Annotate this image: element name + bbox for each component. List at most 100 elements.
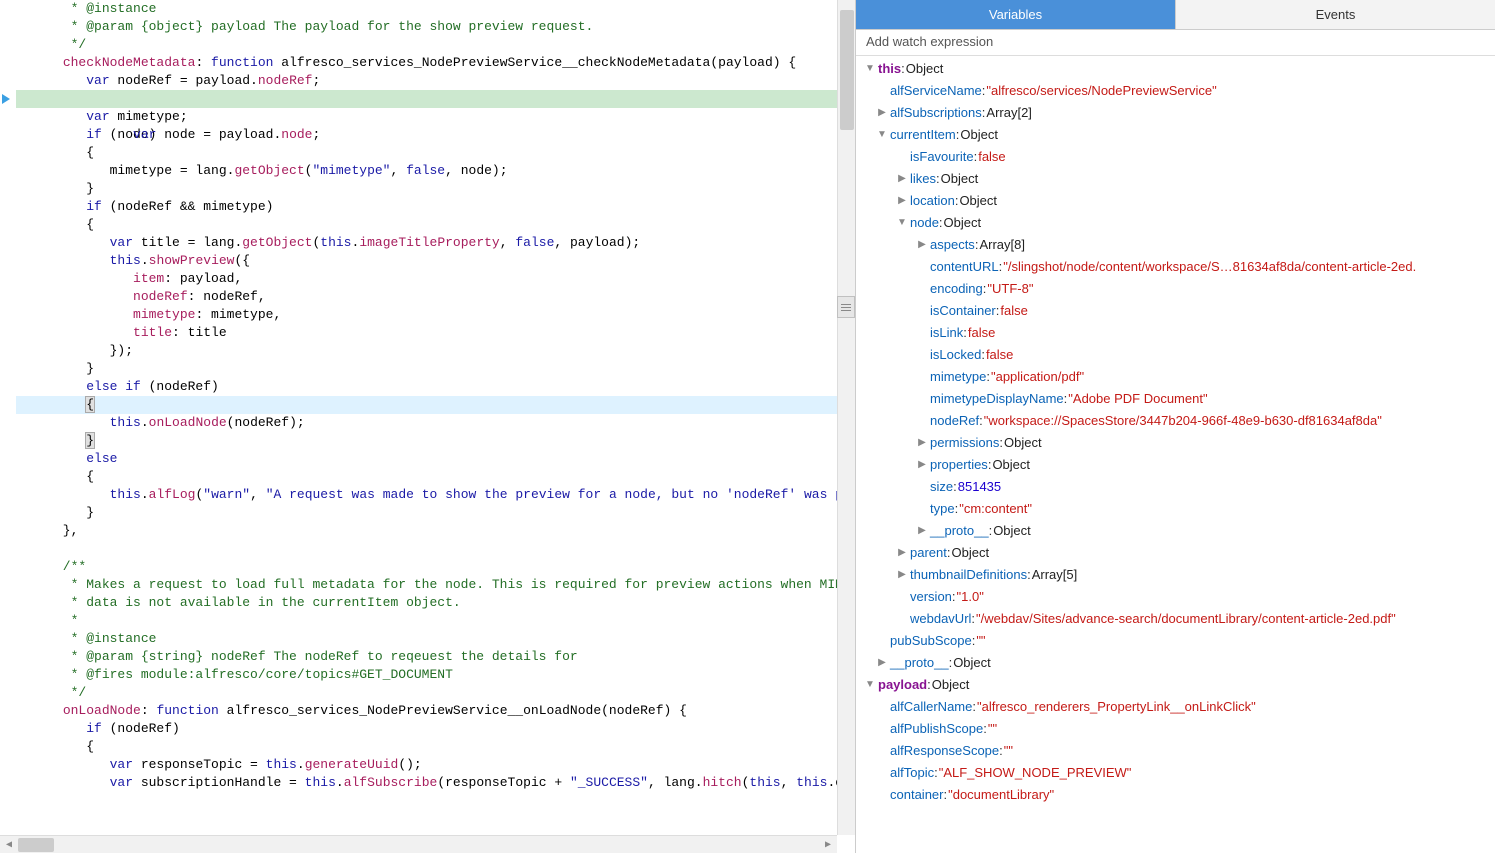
chevron-right-icon[interactable]: ▶ <box>876 657 888 669</box>
code-text: . <box>297 757 305 772</box>
code-text: nodeRef <box>133 289 188 304</box>
tab-variables[interactable]: Variables <box>856 0 1175 29</box>
tree-row[interactable]: ▶likes: Object <box>856 168 1495 190</box>
tree-row[interactable]: ▶properties: Object <box>856 454 1495 476</box>
tree-row-payload[interactable]: ▼payload: Object <box>856 674 1495 696</box>
code-text: function <box>211 55 273 70</box>
code-text: (nodeRef) <box>102 721 180 736</box>
chevron-right-icon[interactable]: ▶ <box>896 173 908 185</box>
code-text <box>16 721 86 736</box>
tree-row[interactable]: mimetype: "application/pdf" <box>856 366 1495 388</box>
scrollbar-thumb[interactable] <box>840 10 854 130</box>
chevron-down-icon[interactable]: ▼ <box>864 679 876 691</box>
chevron-right-icon[interactable]: ▶ <box>896 547 908 559</box>
chevron-right-icon[interactable]: ▶ <box>876 107 888 119</box>
tree-row[interactable]: ▶alfSubscriptions: Array[2] <box>856 102 1495 124</box>
var-key: alfSubscriptions <box>890 102 982 124</box>
var-key: alfServiceName <box>890 80 982 102</box>
tree-row[interactable]: alfTopic: "ALF_SHOW_NODE_PREVIEW" <box>856 762 1495 784</box>
tree-row[interactable]: ▶permissions: Object <box>856 432 1495 454</box>
code-text: false <box>406 163 445 178</box>
var-key: webdavUrl <box>910 608 971 630</box>
tree-row-this[interactable]: ▼this: Object <box>856 58 1495 80</box>
tree-row[interactable]: isContainer: false <box>856 300 1495 322</box>
chevron-right-icon[interactable]: ▶ <box>896 195 908 207</box>
tree-row[interactable]: mimetypeDisplayName: "Adobe PDF Document… <box>856 388 1495 410</box>
tree-row[interactable]: ▶__proto__: Object <box>856 652 1495 674</box>
code-text: alfresco_services_NodePreviewService__ch… <box>273 55 796 70</box>
var-value: Object <box>906 58 944 80</box>
scrollbar-thumb[interactable] <box>18 838 54 852</box>
code-text: item <box>133 271 164 286</box>
code-text: * Makes a request to load full metadata … <box>16 577 837 592</box>
scrollbar-track[interactable] <box>18 836 819 853</box>
chevron-right-icon[interactable]: ▶ <box>896 569 908 581</box>
code-text <box>16 451 86 466</box>
tree-row[interactable]: pubSubScope: "" <box>856 630 1495 652</box>
code-text: getObject <box>242 235 312 250</box>
code-text: .o <box>827 775 837 790</box>
tree-row[interactable]: isLink: false <box>856 322 1495 344</box>
tree-row[interactable]: ▶location: Object <box>856 190 1495 212</box>
scroll-right-icon[interactable]: ▶ <box>819 836 837 853</box>
tree-row[interactable]: isLocked: false <box>856 344 1495 366</box>
tree-row[interactable]: alfPublishScope: "" <box>856 718 1495 740</box>
breakpoint-line[interactable]: var node = payload.node; <box>16 90 837 108</box>
debug-tabs: Variables Events <box>856 0 1495 30</box>
code-text: "A request was made to show the preview … <box>266 487 837 502</box>
scroll-left-icon[interactable]: ◀ <box>0 836 18 853</box>
tree-row[interactable]: isFavourite: false <box>856 146 1495 168</box>
tree-row[interactable]: version: "1.0" <box>856 586 1495 608</box>
tree-row[interactable]: type: "cm:content" <box>856 498 1495 520</box>
horizontal-scrollbar[interactable]: ◀ ▶ <box>0 835 837 853</box>
var-key: alfTopic <box>890 762 934 784</box>
code-text: else <box>86 451 117 466</box>
tab-events[interactable]: Events <box>1175 0 1495 29</box>
var-value: Object <box>932 674 970 696</box>
tree-row[interactable]: size: 851435 <box>856 476 1495 498</box>
code-text: this <box>110 487 141 502</box>
code-text <box>16 271 133 286</box>
chevron-right-icon[interactable]: ▶ <box>916 239 928 251</box>
tree-row[interactable]: contentURL: "/slingshot/node/content/wor… <box>856 256 1495 278</box>
add-watch-input[interactable]: Add watch expression <box>856 30 1495 56</box>
code-text: , payload); <box>554 235 640 250</box>
tree-row[interactable]: alfResponseScope: "" <box>856 740 1495 762</box>
tree-row[interactable]: ▶parent: Object <box>856 542 1495 564</box>
code-text <box>16 775 110 790</box>
vertical-scrollbar[interactable] <box>837 0 855 835</box>
tree-row[interactable]: alfCallerName: "alfresco_renderers_Prope… <box>856 696 1495 718</box>
chevron-down-icon[interactable]: ▼ <box>876 129 888 141</box>
tree-row[interactable]: encoding: "UTF-8" <box>856 278 1495 300</box>
tree-row[interactable]: ▶aspects: Array[8] <box>856 234 1495 256</box>
code-text: { <box>16 469 94 484</box>
chevron-down-icon[interactable]: ▼ <box>864 63 876 75</box>
code-text: alfSubscribe <box>344 775 438 790</box>
code-content[interactable]: * @instance * @param {object} payload Th… <box>0 0 837 835</box>
code-text <box>16 73 86 88</box>
splitter-handle-icon[interactable] <box>837 296 855 318</box>
tree-row[interactable]: webdavUrl: "/webdav/Sites/advance-search… <box>856 608 1495 630</box>
tree-row[interactable]: ▼node: Object <box>856 212 1495 234</box>
variables-tree[interactable]: ▼this: Object alfServiceName: "alfresco/… <box>856 56 1495 853</box>
var-value: false <box>978 146 1005 168</box>
debug-sidebar: Variables Events Add watch expression ▼t… <box>855 0 1495 853</box>
var-value: "alfresco/services/NodePreviewService" <box>986 80 1216 102</box>
chevron-down-icon[interactable]: ▼ <box>896 217 908 229</box>
var-key: alfCallerName <box>890 696 972 718</box>
chevron-right-icon[interactable]: ▶ <box>916 459 928 471</box>
tree-row[interactable]: alfServiceName: "alfresco/services/NodeP… <box>856 80 1495 102</box>
code-text: * @instance <box>16 631 156 646</box>
tree-row[interactable]: container: "documentLibrary" <box>856 784 1495 806</box>
tree-row[interactable]: ▶thumbnailDefinitions: Array[5] <box>856 564 1495 586</box>
tree-row[interactable]: ▼currentItem: Object <box>856 124 1495 146</box>
var-value: "" <box>1004 740 1013 762</box>
code-text <box>16 379 86 394</box>
var-value: Array[8] <box>979 234 1025 256</box>
chevron-right-icon[interactable]: ▶ <box>916 437 928 449</box>
code-text: this <box>796 775 827 790</box>
chevron-right-icon[interactable]: ▶ <box>916 525 928 537</box>
tree-row[interactable]: nodeRef: "workspace://SpacesStore/3447b2… <box>856 410 1495 432</box>
tree-row[interactable]: ▶__proto__: Object <box>856 520 1495 542</box>
var-value: "cm:content" <box>959 498 1032 520</box>
